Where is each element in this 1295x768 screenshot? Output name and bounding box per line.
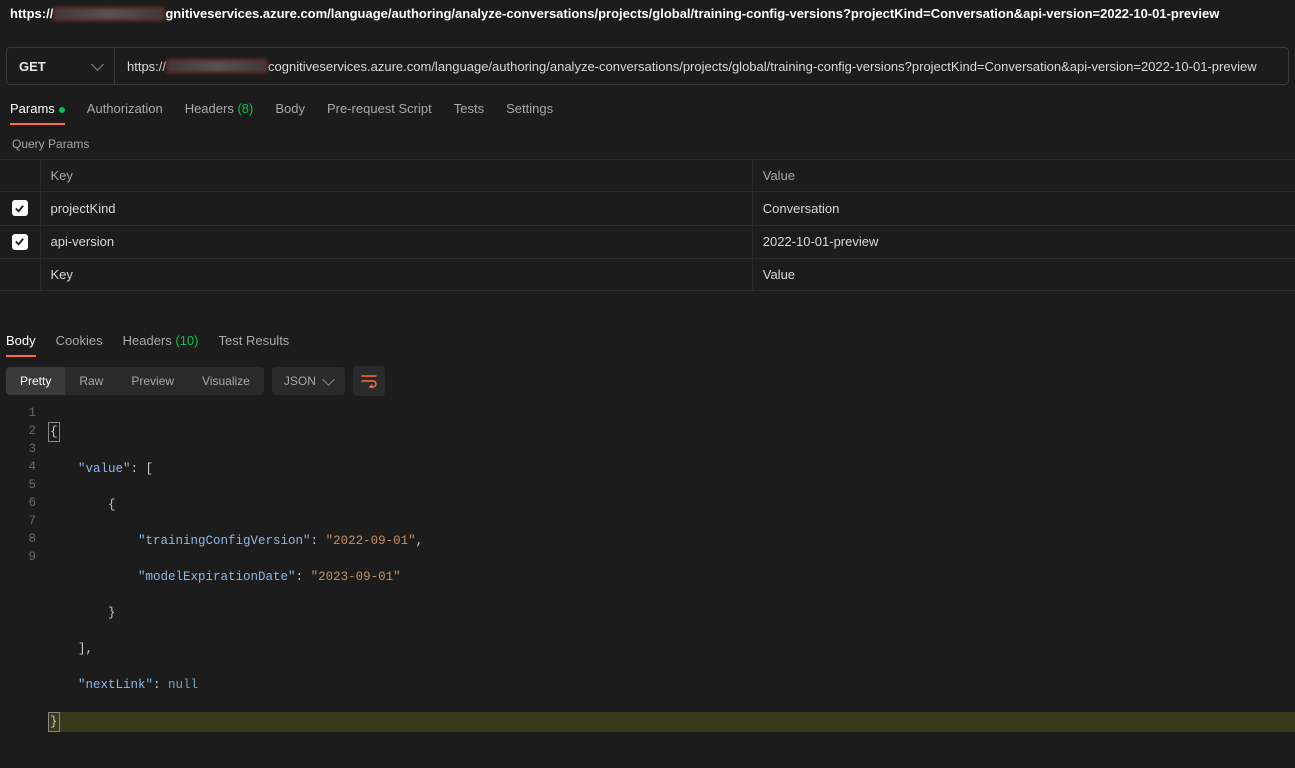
params-indicator-icon bbox=[59, 107, 65, 113]
redacted-host bbox=[167, 60, 267, 72]
tab-params[interactable]: Params bbox=[10, 101, 65, 124]
response-tab-headers[interactable]: Headers (10) bbox=[123, 333, 199, 356]
http-method-select[interactable]: GET bbox=[7, 48, 115, 84]
table-row: api-version 2022-10-01-preview bbox=[0, 225, 1295, 259]
tab-settings[interactable]: Settings bbox=[506, 101, 553, 124]
row-checkbox[interactable] bbox=[12, 234, 28, 250]
tab-tests[interactable]: Tests bbox=[454, 101, 484, 124]
response-tab-cookies[interactable]: Cookies bbox=[56, 333, 103, 356]
param-value-input[interactable]: Conversation bbox=[752, 192, 1295, 226]
json-code: { "value": [ { "trainingConfigVersion": … bbox=[48, 404, 1295, 768]
http-method-label: GET bbox=[19, 59, 46, 74]
row-checkbox[interactable] bbox=[12, 200, 28, 216]
view-pretty-button[interactable]: Pretty bbox=[6, 367, 65, 395]
column-header-value: Value bbox=[752, 160, 1295, 192]
view-mode-segment: Pretty Raw Preview Visualize bbox=[6, 367, 264, 395]
response-tab-body[interactable]: Body bbox=[6, 333, 36, 356]
view-raw-button[interactable]: Raw bbox=[65, 367, 117, 395]
param-key-input[interactable]: projectKind bbox=[40, 192, 752, 226]
column-header-key: Key bbox=[40, 160, 752, 192]
view-visualize-button[interactable]: Visualize bbox=[188, 367, 264, 395]
redacted-host bbox=[54, 8, 164, 20]
table-row-empty: Key Value bbox=[0, 259, 1295, 291]
response-body[interactable]: 123456789 { "value": [ { "trainingConfig… bbox=[0, 404, 1295, 768]
param-value-input[interactable]: 2022-10-01-preview bbox=[752, 225, 1295, 259]
tab-headers[interactable]: Headers (8) bbox=[185, 101, 254, 124]
param-key-input[interactable]: api-version bbox=[40, 225, 752, 259]
request-row: GET https://cognitiveservices.azure.com/… bbox=[6, 47, 1289, 85]
param-value-input[interactable]: Value bbox=[752, 259, 1295, 291]
request-title: https://gnitiveservices.azure.com/langua… bbox=[0, 0, 1295, 27]
param-key-input[interactable]: Key bbox=[40, 259, 752, 291]
response-tabs: Body Cookies Headers (10) Test Results bbox=[0, 333, 1295, 356]
body-toolbar: Pretty Raw Preview Visualize JSON bbox=[0, 356, 1295, 404]
query-params-table: Key Value projectKind Conversation api-v… bbox=[0, 159, 1295, 291]
wrap-lines-button[interactable] bbox=[353, 366, 385, 396]
response-tab-test-results[interactable]: Test Results bbox=[219, 333, 290, 356]
tab-prerequest[interactable]: Pre-request Script bbox=[327, 101, 432, 124]
line-gutter: 123456789 bbox=[0, 404, 48, 768]
url-input[interactable]: https://cognitiveservices.azure.com/lang… bbox=[115, 48, 1288, 84]
tab-body[interactable]: Body bbox=[275, 101, 305, 124]
query-params-heading: Query Params bbox=[0, 125, 1295, 159]
view-preview-button[interactable]: Preview bbox=[117, 367, 188, 395]
format-select[interactable]: JSON bbox=[272, 367, 345, 395]
chevron-down-icon bbox=[322, 373, 335, 386]
chevron-down-icon bbox=[91, 58, 104, 71]
tab-authorization[interactable]: Authorization bbox=[87, 101, 163, 124]
table-row: projectKind Conversation bbox=[0, 192, 1295, 226]
request-tabs: Params Authorization Headers (8) Body Pr… bbox=[0, 85, 1295, 125]
